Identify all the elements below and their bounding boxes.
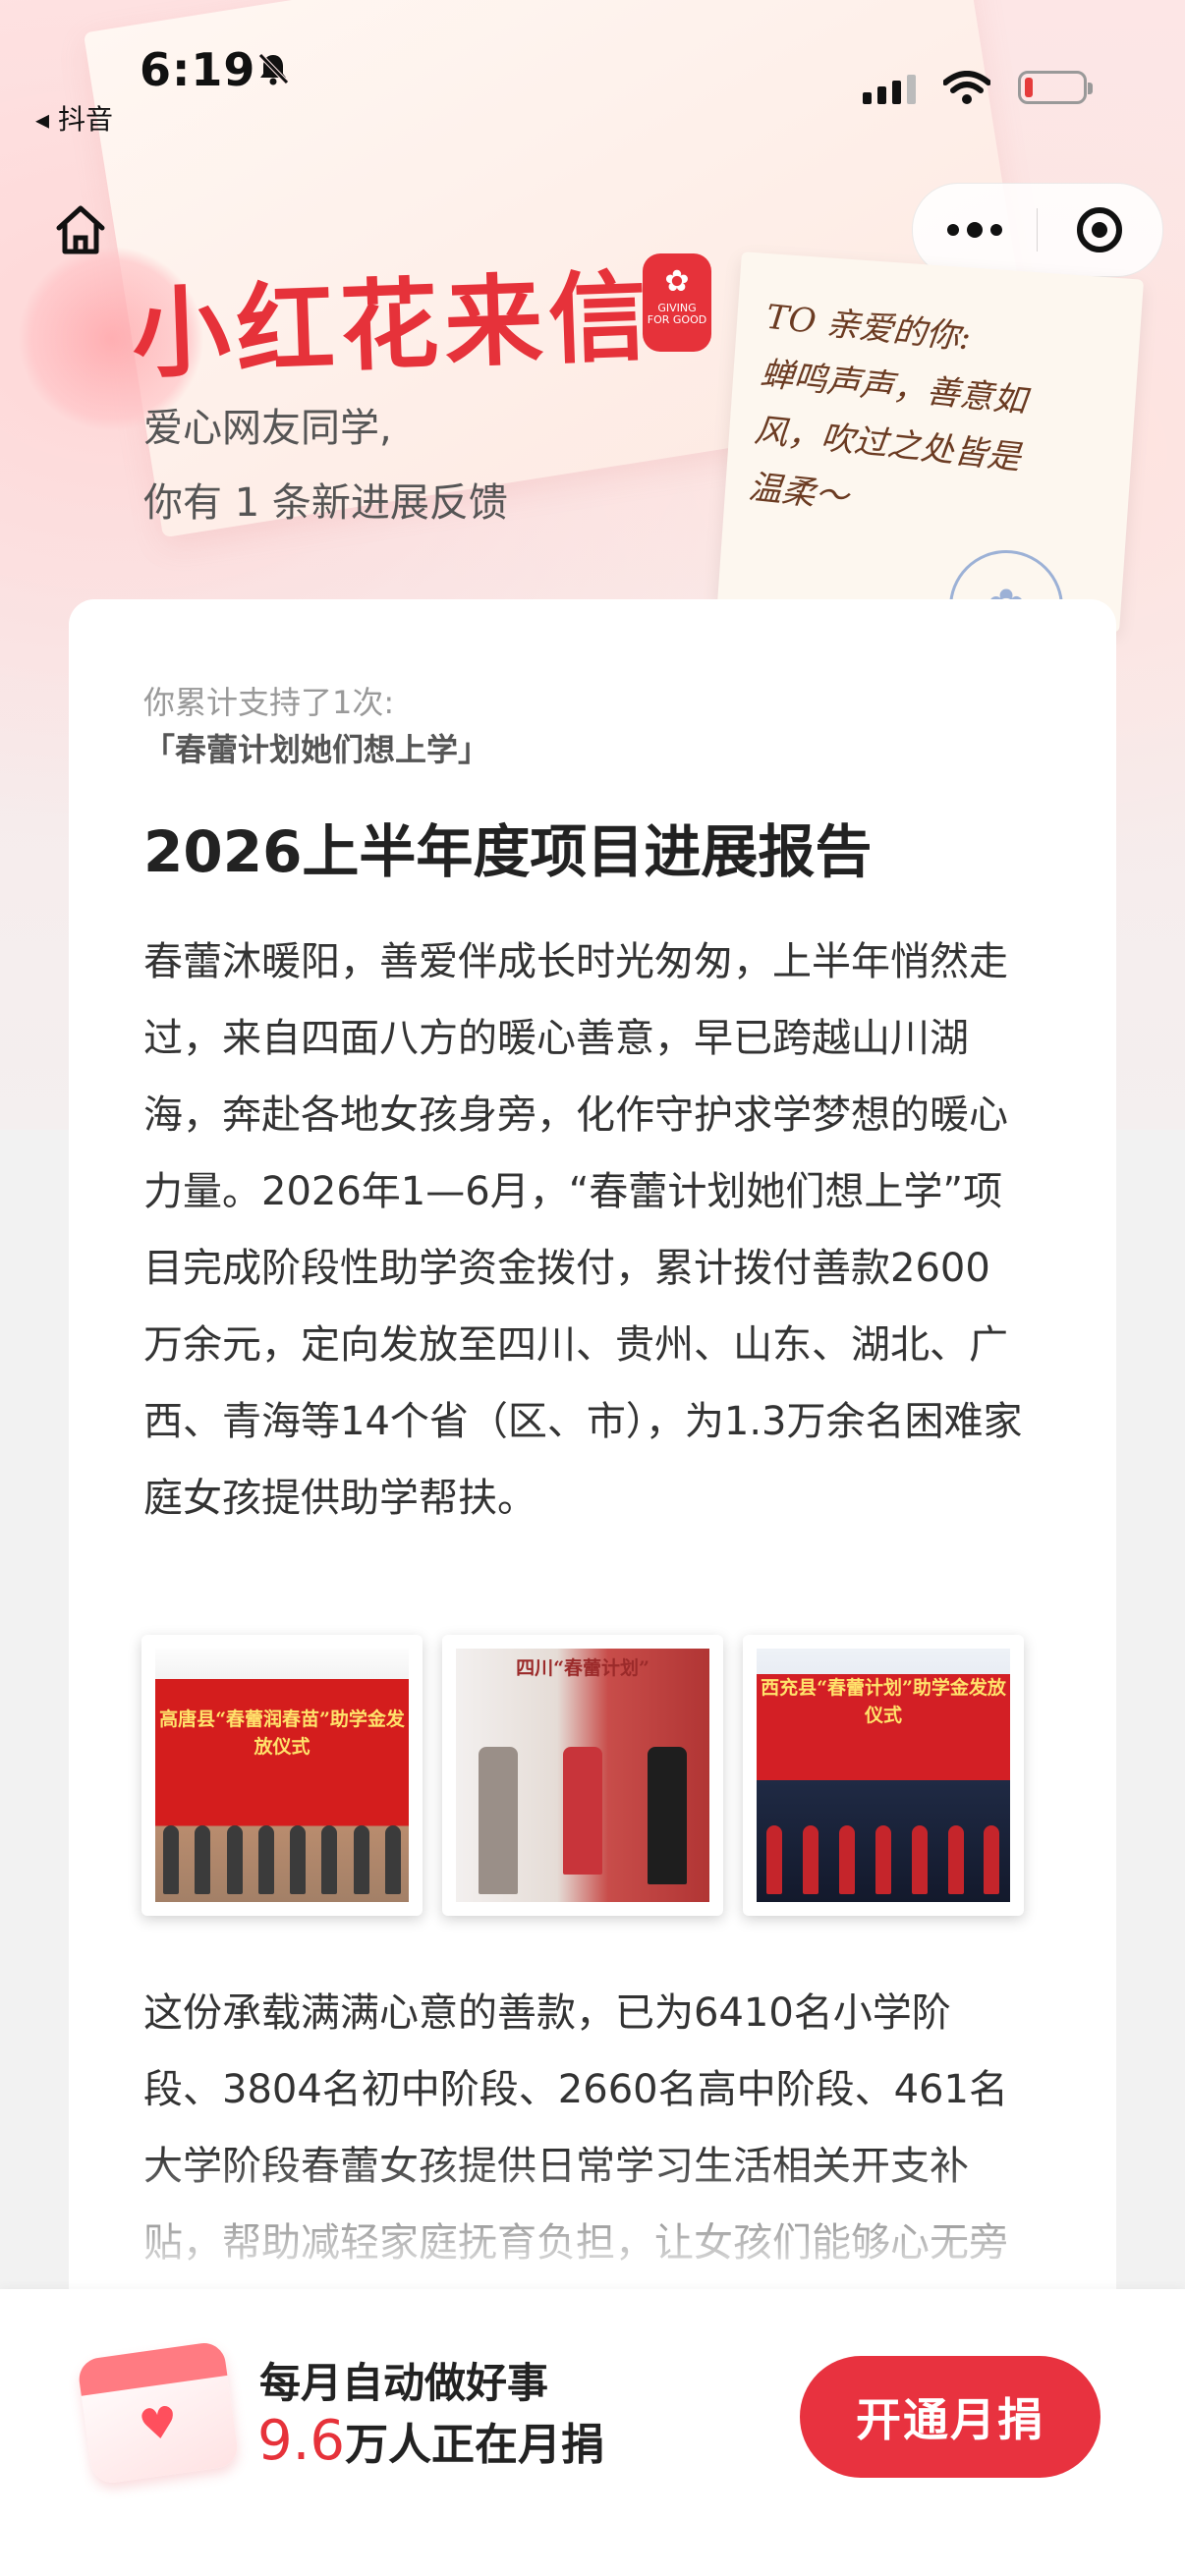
brand-title: 小红花来信 [130,257,655,393]
mini-program-capsule [912,183,1163,277]
enable-monthly-donation-button[interactable]: 开通月捐 [800,2356,1100,2478]
bell-mute-icon [258,53,289,85]
greeting: 爱心网友同学, 你有 1 条新进展反馈 [143,391,508,540]
status-indicators [863,71,1093,104]
back-to-app-link[interactable]: ◂ 抖音 [35,98,113,138]
support-count-label: 你累计支持了1次: [143,684,395,721]
letter-note-text: TO 亲爱的你: 蝉鸣声声，善意如 风，吹过之处皆是 温柔～ [746,297,1029,518]
close-target-icon[interactable] [1038,184,1161,276]
wifi-icon [943,71,990,104]
report-card: 你累计支持了1次: 「春蕾计划她们想上学」 2026上半年度项目进展报告 春蕾沐… [69,599,1116,2289]
battery-icon [1018,71,1093,104]
greeting-line1: 爱心网友同学, [143,406,392,451]
promo-stat: 9.6万人正在月捐 [257,2409,604,2473]
signal-icon [863,75,916,104]
giving-seal: GIVINGFOR GOOD [643,253,711,352]
photo-2-people [456,1747,709,1894]
promo-title: 每月自动做好事 [259,2359,549,2407]
monthly-donor-count: 9.6 [257,2409,346,2473]
calendar-heart-icon: ♥ [76,2340,241,2486]
photo-1-caption: 高唐县“春蕾润春苗”助学金发放仪式 [159,1708,405,1758]
more-icon[interactable] [913,184,1037,276]
back-app-label: 抖音 [57,103,113,136]
photo-1[interactable]: 高唐县“春蕾润春苗”助学金发放仪式 [141,1635,423,1916]
photo-3-caption: 西充县“春蕾计划”助学金发放仪式 [761,1677,1006,1726]
photo-gallery: 高唐县“春蕾润春苗”助学金发放仪式 四川“春蕾计划” 西充县“春蕾计划”助学金发… [141,1635,1024,1916]
card-fade [69,2152,1116,2289]
home-icon[interactable] [51,200,110,259]
monthly-donor-text: 万人正在月捐 [345,2420,605,2470]
status-time: 6:19 [140,43,256,96]
greeting-line2: 你有 1 条新进展反馈 [143,480,508,526]
photo-3-people [757,1825,1010,1894]
photo-2-caption: 四川“春蕾计划” [516,1657,649,1679]
photo-2[interactable]: 四川“春蕾计划” [442,1635,723,1916]
report-title: 2026上半年度项目进展报告 [143,818,873,885]
monthly-donation-bar: ♥ 每月自动做好事 9.6万人正在月捐 开通月捐 [0,2289,1185,2576]
photo-1-people [155,1825,409,1894]
report-paragraph-1: 春蕾沐暖阳，善爱伴成长时光匆匆，上半年悄然走过，来自四面八方的暖心善意，早已跨越… [143,939,1023,1521]
photo-3[interactable]: 西充县“春蕾计划”助学金发放仪式 [743,1635,1024,1916]
project-name[interactable]: 「春蕾计划她们想上学」 [143,725,489,770]
